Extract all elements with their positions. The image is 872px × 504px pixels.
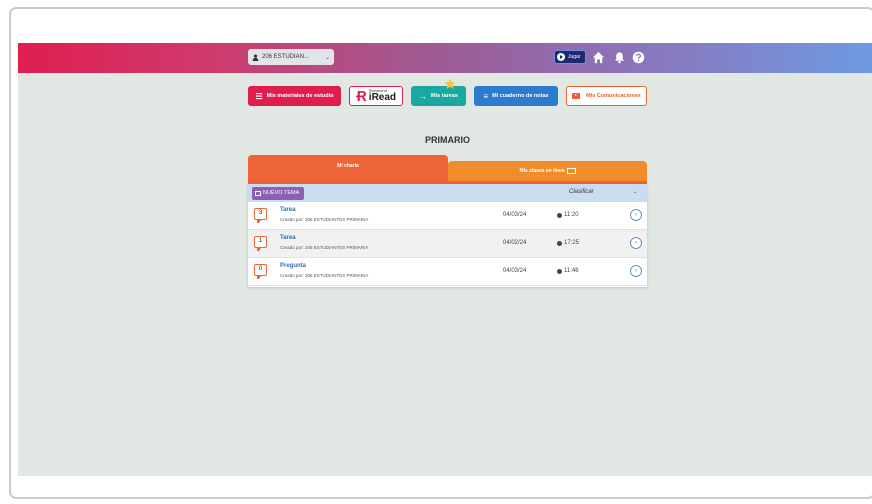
chevron-right-icon[interactable]: › [630,265,642,277]
iread-button[interactable]: Ɍ Richmond iRead [349,86,403,106]
clock-icon [557,212,562,218]
clasificar-select[interactable]: Clasificar [569,189,594,195]
materiales-label: Mis materiales de estudio [266,93,334,99]
topic-date: 04/02/24 [503,240,527,246]
topic-time-value: 11:20 [564,212,579,218]
topic-time: 11:20 [557,212,579,218]
topic-time: 11:46 [557,268,579,274]
table-row[interactable]: 1 Tarea Creado por: 206 ESTUDIANTES PRIM… [248,230,647,258]
topic-title[interactable]: Tarea [280,207,296,213]
topic-author: Creado por: 206 ESTUDIANTES PRIMARIA [280,217,369,222]
list-icon: ☰ [255,91,263,101]
topic-title[interactable]: Tarea [280,235,296,241]
chat-icon [255,190,261,196]
page-title: PRIMARIO [425,135,470,145]
user-icon [252,53,259,61]
table-row[interactable]: 3 Tarea Creado por: 206 ESTUDIANTES PRIM… [248,202,647,230]
top-bar: 206 ESTUDIAN... ⌄ Jugar [18,43,872,73]
topics-panel: NUEVO TEMA Clasificar ⌄ 3 Tarea Creado p… [248,184,647,287]
help-icon[interactable] [632,51,645,64]
richmond-r-icon: Ɍ [355,87,367,105]
chevron-down-icon[interactable]: ⌄ [633,189,637,195]
tab-mis-clases-label: Mis clases en línea [519,168,565,174]
topic-time-value: 11:46 [564,268,579,274]
nuevo-tema-label: NUEVO TEMA [263,190,300,196]
screen-icon [566,168,576,174]
user-selector[interactable]: 206 ESTUDIAN... ⌄ [248,49,334,65]
tareas-label: Mis tareas [431,93,458,99]
topic-author: Creado por: 206 ESTUDIANTES PRIMARIA [280,245,369,250]
clock-icon [557,240,562,246]
play-icon [572,93,581,99]
chevron-right-icon[interactable]: › [630,237,642,249]
comment-count-badge: 1 [254,236,267,251]
bell-icon[interactable] [613,51,626,64]
iread-logo: Ɍ Richmond iRead [356,88,396,105]
tab-mi-charla-label: Mi charla [337,163,359,169]
tareas-button[interactable]: → Mis tareas [411,86,466,106]
cuaderno-button[interactable]: ≡ Mi cuaderno de notas [474,86,558,106]
topic-time: 17:25 [557,240,579,246]
comment-count-badge: 3 [254,208,267,223]
arrow-right-icon: → [419,91,428,101]
materiales-button[interactable]: ☰ Mis materiales de estudio [248,86,341,106]
nuevo-tema-button[interactable]: NUEVO TEMA [252,186,304,200]
home-icon[interactable] [592,51,605,64]
iread-big-label: iRead [368,92,397,103]
comment-count-badge: 0 [254,264,267,279]
jugar-button[interactable]: Jugar [554,50,586,64]
comunicaciones-button[interactable]: Mis Comunicaciones [566,86,647,106]
star-icon [444,78,456,89]
jugar-label: Jugar [568,54,581,60]
tabs: Mi charla Mis clases en línea [248,155,647,184]
topics-toolbar: NUEVO TEMA Clasificar ⌄ [248,184,647,202]
tab-mis-clases[interactable]: Mis clases en línea [448,161,647,181]
comunicaciones-label: Mis Comunicaciones [586,93,641,99]
checklist-icon: ≡ [483,91,489,101]
topic-date: 04/03/24 [503,212,527,218]
play-icon [557,53,565,61]
topic-time-value: 17:25 [564,240,580,246]
chevron-down-icon: ⌄ [324,54,330,61]
chevron-right-icon[interactable]: › [630,209,642,221]
user-selector-label: 206 ESTUDIAN... [262,54,310,60]
topic-author: Creado por: 206 ESTUDIANTES PRIMARIA [280,273,369,278]
topic-title[interactable]: Pregunta [280,263,306,269]
app-area: 206 ESTUDIAN... ⌄ Jugar ☰ Mis materiales… [18,43,872,476]
browser-frame: 206 ESTUDIAN... ⌄ Jugar ☰ Mis materiales… [9,7,872,499]
clock-icon [557,268,562,274]
table-row[interactable]: 0 Pregunta Creado por: 206 ESTUDIANTES P… [248,258,647,286]
topic-date: 04/03/24 [503,268,527,274]
tab-mi-charla[interactable]: Mi charla [248,155,448,181]
cuaderno-label: Mi cuaderno de notas [492,93,549,99]
